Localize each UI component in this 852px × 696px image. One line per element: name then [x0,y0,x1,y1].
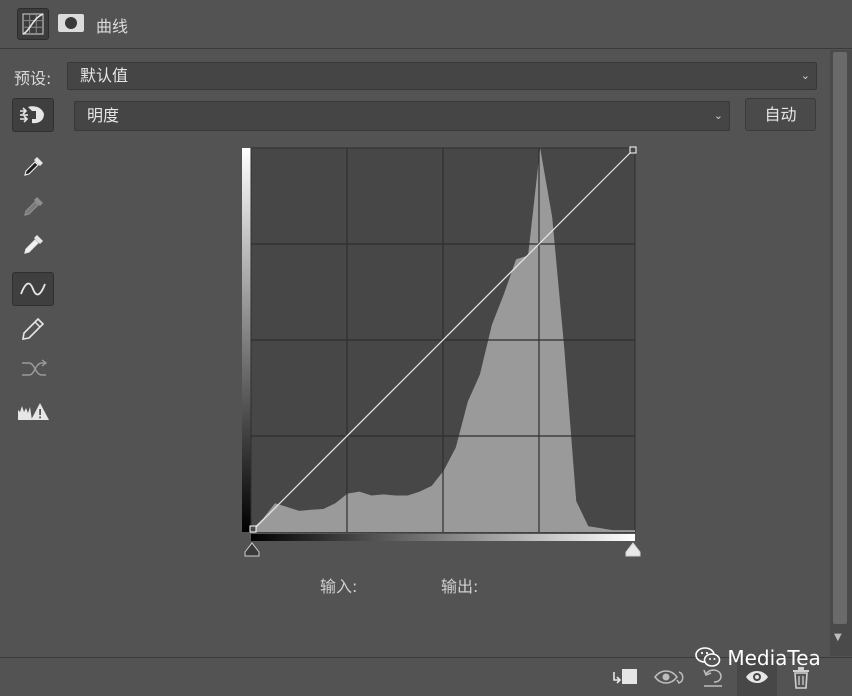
gray-point-eyedropper-icon [24,197,43,216]
smooth-curve-icon [22,359,48,376]
channel-dropdown[interactable]: 明度 ⌄ [74,101,730,131]
on-image-adjust-tool[interactable] [12,98,54,132]
curve-point-edit-tool[interactable] [12,272,54,306]
wechat-logo-icon [695,647,721,667]
white-point-eyedropper[interactable] [12,228,54,262]
scrollbar-thumb[interactable] [833,52,847,624]
panel-title: 曲线 [96,17,129,36]
chevron-down-icon: ⌄ [800,69,810,82]
chevron-down-icon: ⌄ [713,109,723,122]
output-gradient-bar-horizontal [251,534,635,541]
channel-value: 明度 [87,106,120,125]
curve-point-edit-icon [20,282,46,296]
preset-dropdown[interactable]: 默认值 ⌄ [67,62,817,90]
gray-point-eyedropper[interactable] [12,190,54,224]
preset-label: 预设: [14,69,52,88]
pencil-draw-tool[interactable] [12,312,54,346]
output-readout-label: 输出: [441,577,479,596]
black-slider-handle[interactable] [244,542,260,557]
black-point-eyedropper-icon [24,157,43,176]
white-point-eyedropper-icon [24,235,43,254]
input-readout-label: 输入: [320,577,358,596]
watermark: MediaTea [695,646,821,670]
curves-adjustment-icon[interactable] [17,8,49,40]
curve-point-white[interactable] [629,146,637,154]
clipping-warning-tool[interactable] [12,394,54,428]
black-point-eyedropper[interactable] [12,150,54,184]
view-previous-state-icon[interactable] [653,666,687,688]
curves-graph[interactable] [240,146,644,564]
watermark-text: MediaTea [727,646,821,670]
auto-button[interactable]: 自动 [745,98,816,131]
clip-to-layer-icon[interactable] [610,666,640,688]
clipping-warning-icon [18,403,49,420]
input-gradient-bar-vertical [242,148,251,532]
visibility-eye-icon[interactable] [744,667,770,687]
white-slider-handle[interactable] [625,542,641,557]
pencil-draw-icon [22,317,45,340]
curve-point-black[interactable] [249,525,257,533]
on-image-adjust-icon [20,106,44,124]
smooth-curve-tool[interactable] [12,352,54,386]
panel-header: 曲线 [0,0,852,49]
scroll-down-arrow-icon[interactable]: ▼ [834,632,842,643]
mask-icon[interactable] [56,8,86,38]
preset-value: 默认值 [80,66,129,85]
